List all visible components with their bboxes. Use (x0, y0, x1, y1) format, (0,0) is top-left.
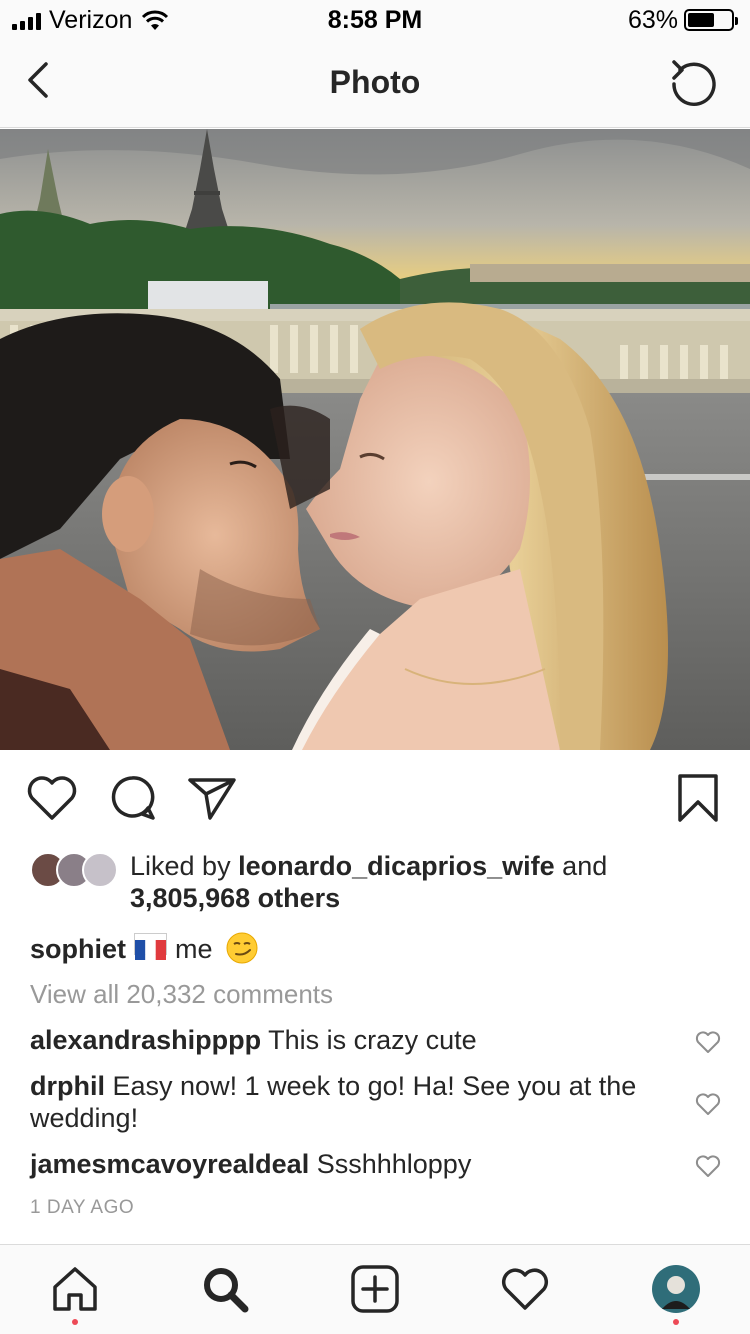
comment-username[interactable]: alexandrashipppp (30, 1025, 261, 1055)
comment-like-heart-icon[interactable] (694, 1028, 722, 1056)
home-notification-dot (72, 1319, 78, 1325)
comment-icon[interactable] (104, 770, 160, 826)
smirk-emoji-icon (226, 932, 258, 964)
profile-notification-dot (673, 1319, 679, 1325)
post-timestamp: 1 DAY AGO (30, 1197, 135, 1218)
home-icon[interactable] (49, 1263, 101, 1315)
caption-username[interactable]: sophiet (30, 934, 126, 964)
post-photo[interactable] (0, 129, 750, 750)
comment-username[interactable]: drphil (30, 1071, 105, 1101)
comment-text: This is crazy cute (268, 1025, 477, 1055)
likes-text[interactable]: Liked by leonardo_dicaprios_wife and 3,8… (130, 850, 730, 914)
tab-bar (0, 1244, 750, 1334)
caption-text: me (175, 934, 213, 964)
france-flag-emoji-icon (134, 933, 168, 960)
comment-item: jamesmcavoyrealdeal Ssshhhloppy (30, 1148, 680, 1180)
comment-text: Easy now! 1 week to go! Ha! See you at t… (30, 1071, 637, 1133)
heart-icon[interactable] (24, 770, 80, 826)
likes-summary: Liked by leonardo_dicaprios_wife and 3,8… (30, 850, 730, 920)
heart-icon[interactable] (499, 1263, 551, 1315)
likes-and: and (554, 851, 608, 881)
likes-count[interactable]: 3,805,968 others (130, 883, 340, 913)
comment-text: Ssshhhloppy (316, 1149, 472, 1179)
status-bar: Verizon 8:58 PM 63% (0, 0, 750, 40)
battery-icon (684, 9, 738, 31)
avatar-icon[interactable] (650, 1263, 702, 1315)
refresh-icon[interactable] (666, 56, 722, 112)
search-icon[interactable] (199, 1263, 251, 1315)
post-caption: sophiet me (30, 932, 720, 966)
battery-fill (688, 13, 715, 27)
comment-item: alexandrashipppp This is crazy cute (30, 1024, 680, 1056)
comment-item: drphil Easy now! 1 week to go! Ha! See y… (30, 1070, 680, 1134)
plus-square-icon[interactable] (349, 1263, 401, 1315)
liker-avatars[interactable] (30, 852, 122, 892)
view-all-comments-link[interactable]: View all 20,332 comments (30, 979, 333, 1010)
nav-bar: Photo (0, 40, 750, 128)
bookmark-icon[interactable] (670, 770, 726, 826)
first-liker-username[interactable]: leonardo_dicaprios_wife (238, 851, 555, 881)
battery-percent: 63% (627, 5, 678, 34)
comment-like-heart-icon[interactable] (694, 1152, 722, 1180)
avatar (82, 852, 118, 888)
battery-group: 63% (627, 5, 738, 34)
likes-prefix: Liked by (130, 851, 239, 881)
comment-username[interactable]: jamesmcavoyrealdeal (30, 1149, 309, 1179)
share-icon[interactable] (184, 770, 240, 826)
comment-like-heart-icon[interactable] (694, 1090, 722, 1118)
post-actions (0, 770, 750, 830)
page-title: Photo (329, 64, 421, 100)
